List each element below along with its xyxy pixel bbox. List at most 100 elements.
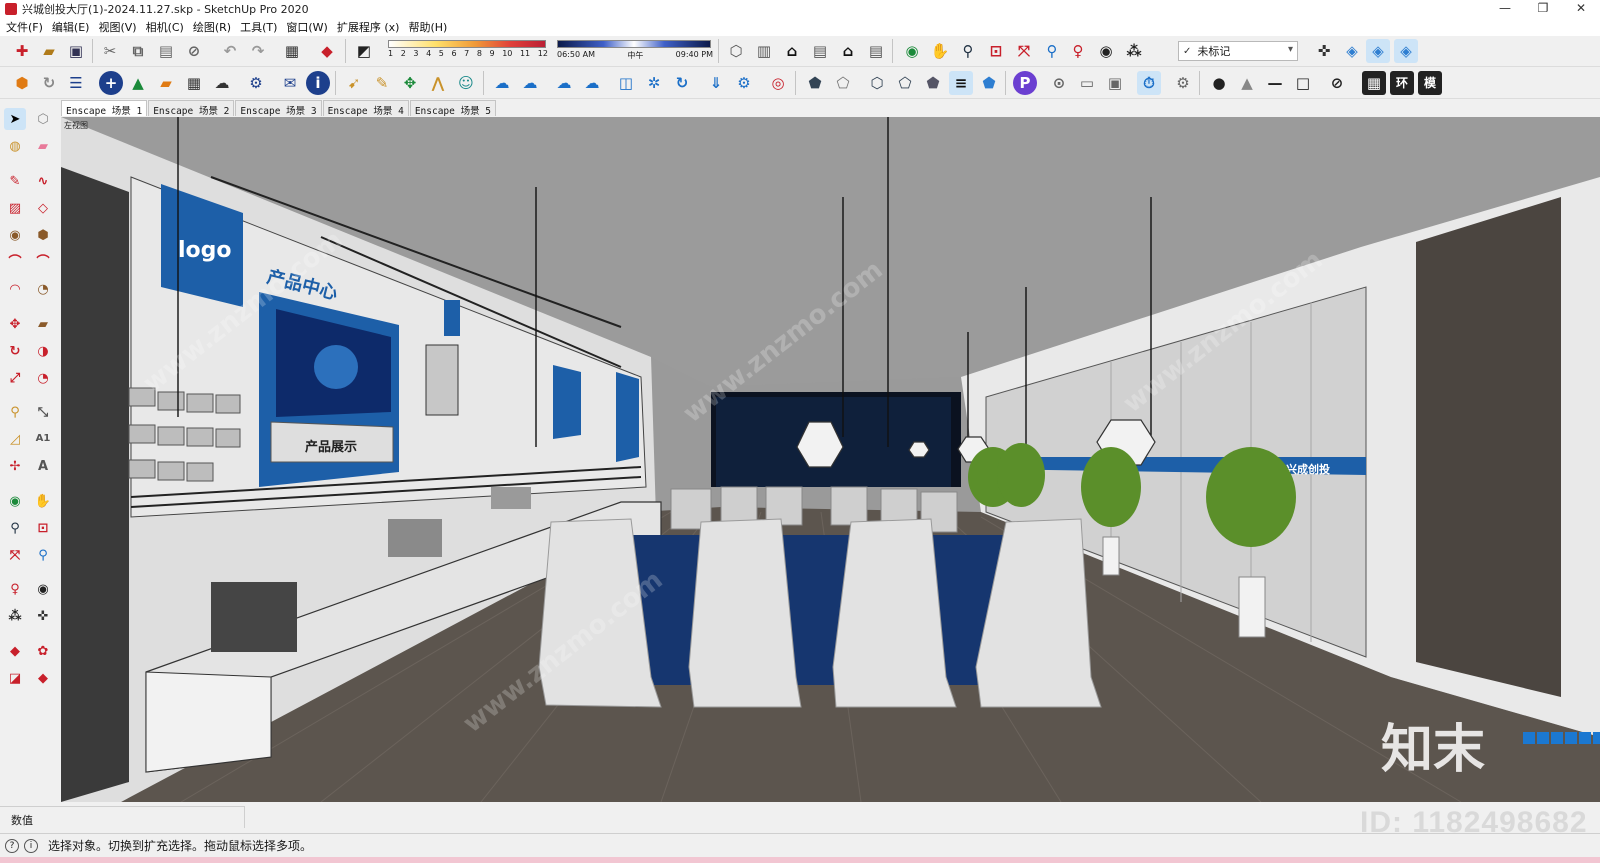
network-icon[interactable]: ✲ — [642, 71, 666, 95]
cloud-upload-icon[interactable]: ☁ — [210, 71, 234, 95]
save-icon[interactable]: ▣ — [64, 39, 88, 63]
env-icon[interactable]: 环 — [1390, 71, 1414, 95]
shape-c-icon[interactable]: ⬡ — [865, 71, 889, 95]
enscape-p-icon[interactable]: P — [1013, 71, 1037, 95]
eraser-icon[interactable]: ▰ — [32, 135, 54, 157]
shadow-time-slider[interactable]: 06:50 AM 中午 09:40 PM — [557, 40, 713, 62]
offset-icon[interactable]: ◔ — [32, 367, 54, 389]
stairs-icon[interactable]: ⋀ — [426, 71, 450, 95]
panorama-icon[interactable]: ▣ — [1103, 71, 1127, 95]
checker-icon[interactable]: ▦ — [182, 71, 206, 95]
tab-scene-2[interactable]: Enscape 场景 2 — [148, 100, 235, 117]
circle-tool-icon[interactable]: ◉ — [4, 224, 26, 246]
info-icon[interactable]: i — [306, 71, 330, 95]
rectangle-tool-icon[interactable]: ▨ — [4, 197, 26, 219]
section-plane-icon[interactable]: ✜ — [1312, 39, 1336, 63]
previous-view-icon[interactable]: ⚲ — [1040, 39, 1064, 63]
zoom-window-tool-icon[interactable]: ⊡ — [32, 517, 54, 539]
tab-scene-5[interactable]: Enscape 场景 5 — [409, 100, 497, 117]
hide-icon[interactable]: ⊘ — [1325, 71, 1349, 95]
tag-dropdown[interactable]: ✓ 未标记 ▾ — [1178, 41, 1298, 61]
video-icon[interactable]: ▭ — [1075, 71, 1099, 95]
shadows-toggle-icon[interactable]: ◩ — [352, 39, 376, 63]
mail-icon[interactable]: ✉ — [278, 71, 302, 95]
erase-icon[interactable]: ⊘ — [182, 39, 206, 63]
rectangle-icon[interactable]: □ — [1291, 71, 1315, 95]
cloud-b-icon[interactable]: ☁ — [580, 71, 604, 95]
top-view-icon[interactable]: ▥ — [752, 39, 776, 63]
info-circle-icon[interactable]: i — [24, 838, 38, 853]
protractor-icon[interactable]: ◿ — [4, 428, 26, 450]
front-view-icon[interactable]: ⌂ — [780, 39, 804, 63]
terrain-icon[interactable]: ▰ — [154, 71, 178, 95]
line-icon[interactable]: — — [1263, 71, 1287, 95]
menu-view[interactable]: 视图(V) — [96, 19, 143, 35]
menu-file[interactable]: 文件(F) — [4, 19, 50, 35]
look-around-tool-icon[interactable]: ◉ — [32, 578, 54, 600]
push-pull-icon[interactable]: ▰ — [32, 313, 54, 335]
frame-icon[interactable]: ◫ — [614, 71, 638, 95]
arc2-icon[interactable]: ⌒ — [32, 251, 54, 273]
section-tool-icon[interactable]: ✜ — [32, 605, 54, 627]
send-layout-icon[interactable]: ◪ — [4, 667, 26, 689]
right-view-icon[interactable]: ▤ — [808, 39, 832, 63]
menu-extensions[interactable]: 扩展程序 (x) — [335, 19, 407, 35]
arc3-icon[interactable]: ◠ — [4, 278, 26, 300]
zoom-icon[interactable]: ⚲ — [956, 39, 980, 63]
look-around-icon[interactable]: ◉ — [1094, 39, 1118, 63]
cog-icon[interactable]: ⚙ — [732, 71, 756, 95]
rotate-icon[interactable]: ↻ — [4, 340, 26, 362]
measurements-box[interactable]: 数值 — [0, 806, 245, 828]
cloud-a-icon[interactable]: ☁ — [552, 71, 576, 95]
arc-icon[interactable]: ⌒ — [4, 251, 26, 273]
pointer-plus-icon[interactable]: ➹ — [342, 71, 366, 95]
add-circle-icon[interactable]: + — [99, 71, 123, 95]
model-icon[interactable]: 模 — [1418, 71, 1442, 95]
open-folder-icon[interactable]: ▰ — [37, 39, 61, 63]
axes-icon[interactable]: ✢ — [4, 455, 26, 477]
position-camera-tool-icon[interactable]: ♀ — [4, 578, 26, 600]
scale-icon[interactable]: ⤢ — [4, 367, 26, 389]
back-view-icon[interactable]: ⌂ — [836, 39, 860, 63]
orbit-icon[interactable]: ◉ — [900, 39, 924, 63]
pencil-icon[interactable]: ✎ — [4, 170, 26, 192]
shape-d-icon[interactable]: ⬠ — [893, 71, 917, 95]
dimension-icon[interactable]: ⤡ — [32, 401, 54, 423]
xray-style-icon[interactable]: ◈ — [1340, 39, 1364, 63]
polygon-tool-icon[interactable]: ⬢ — [32, 224, 54, 246]
camera-icon[interactable]: ⊙ — [1047, 71, 1071, 95]
cloud-search-icon[interactable]: ☁ — [518, 71, 542, 95]
paste-icon[interactable]: ▤ — [154, 39, 178, 63]
shaded-style-icon[interactable]: ◈ — [1366, 39, 1390, 63]
menu-window[interactable]: 窗口(W) — [284, 19, 334, 35]
tab-scene-1[interactable]: Enscape 场景 1 — [61, 100, 148, 117]
cone-icon[interactable]: ▲ — [1235, 71, 1259, 95]
gear-outline-icon[interactable]: ⚙ — [1171, 71, 1195, 95]
stack-icon[interactable]: ≡ — [949, 71, 973, 95]
previous-tool-icon[interactable]: ⚲ — [32, 544, 54, 566]
model-info-icon[interactable]: ◆ — [315, 39, 339, 63]
paint-bucket-icon[interactable]: ◍ — [4, 135, 26, 157]
cut-icon[interactable]: ✂ — [98, 39, 122, 63]
follow-me-icon[interactable]: ◑ — [32, 340, 54, 362]
person-icon[interactable]: ☺ — [454, 71, 478, 95]
menu-edit[interactable]: 编辑(E) — [50, 19, 97, 35]
freehand-icon[interactable]: ∿ — [32, 170, 54, 192]
tab-scene-4[interactable]: Enscape 场景 4 — [322, 100, 409, 117]
textured-style-icon[interactable]: ◈ — [1394, 39, 1418, 63]
dot-icon[interactable]: ● — [1207, 71, 1231, 95]
zoom-window-icon[interactable]: ⊡ — [984, 39, 1008, 63]
cloud-link-icon[interactable]: ☁ — [490, 71, 514, 95]
shape-b-icon[interactable]: ⬠ — [831, 71, 855, 95]
geo-location-icon[interactable]: ? — [5, 838, 19, 853]
sync-icon[interactable]: ↻ — [670, 71, 694, 95]
menu-camera[interactable]: 相机(C) — [144, 19, 191, 35]
tab-scene-3[interactable]: Enscape 场景 3 — [235, 100, 322, 117]
tape-measure-icon[interactable]: ⚲ — [4, 401, 26, 423]
text-icon[interactable]: A1 — [32, 428, 54, 450]
maximize-button[interactable]: ❐ — [1524, 0, 1562, 18]
3d-text-icon[interactable]: A — [32, 455, 54, 477]
menu-help[interactable]: 帮助(H) — [406, 19, 454, 35]
layers-icon[interactable]: ☰ — [64, 71, 88, 95]
left-view-icon[interactable]: ▤ — [864, 39, 888, 63]
